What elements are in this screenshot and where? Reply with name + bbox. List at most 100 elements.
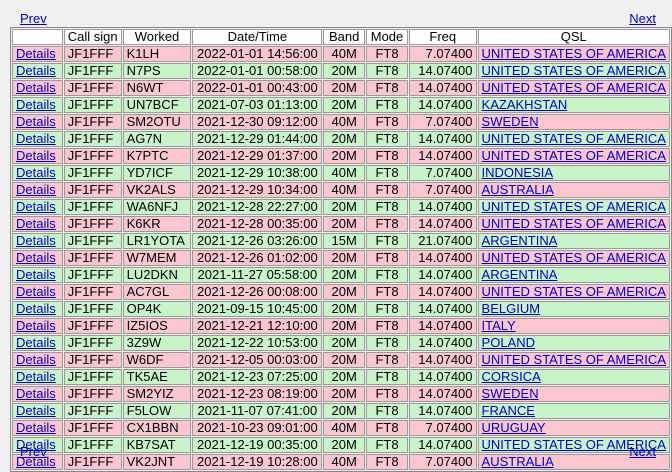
band-cell: 40M <box>323 46 366 62</box>
details-cell: Details <box>12 114 63 130</box>
mode-cell: FT8 <box>366 114 408 130</box>
qsl-country-cell: BELGIUM <box>477 301 670 317</box>
qsl-country-link[interactable]: ITALY <box>482 318 516 333</box>
qsl-country-link[interactable]: FRANCE <box>482 403 535 418</box>
details-link[interactable]: Details <box>16 216 56 231</box>
prev-link[interactable]: Prev <box>20 11 47 27</box>
qsl-country-cell: UNITED STATES OF AMERICA <box>477 199 670 215</box>
qsl-country-cell: UNITED STATES OF AMERICA <box>477 131 670 147</box>
qsl-country-cell: INDONESIA <box>477 165 670 181</box>
freq-cell: 7.07400 <box>408 46 477 62</box>
table-row: Details JF1FFF LU2DKN 2021-11-27 05:58:00 20… <box>12 267 670 283</box>
mode-cell: FT8 <box>366 386 408 402</box>
qsl-country-link[interactable]: UNITED STATES OF AMERICA <box>482 216 666 231</box>
table-body: Details JF1FFF K1LH 2022-01-01 14:56:00 40M F… <box>12 46 670 470</box>
qsl-country-link[interactable]: POLAND <box>482 335 535 350</box>
details-link[interactable]: Details <box>16 165 56 180</box>
freq-cell: 14.07400 <box>408 199 477 215</box>
qsl-country-cell: UNITED STATES OF AMERICA <box>477 284 670 300</box>
details-link[interactable]: Details <box>16 97 56 112</box>
details-link[interactable]: Details <box>16 46 56 61</box>
qsl-country-link[interactable]: ARGENTINA <box>482 233 558 248</box>
mode-cell: FT8 <box>366 46 408 62</box>
qsl-country-link[interactable]: UNITED STATES OF AMERICA <box>482 131 666 146</box>
mode-cell: FT8 <box>366 369 408 385</box>
freq-cell: 14.07400 <box>408 63 477 79</box>
band-cell: 20M <box>323 352 366 368</box>
call-sign-cell: JF1FFF <box>63 318 122 334</box>
call-sign-cell: JF1FFF <box>63 148 122 164</box>
call-sign-cell: JF1FFF <box>63 131 122 147</box>
qsl-country-link[interactable]: SWEDEN <box>482 386 539 401</box>
worked-cell: LR1YOTA <box>122 233 192 249</box>
band-cell: 20M <box>323 63 366 79</box>
bottom-pagination: Prev Next <box>0 444 672 460</box>
qsl-country-link[interactable]: UNITED STATES OF AMERICA <box>482 352 666 367</box>
datetime-cell: 2021-12-30 09:12:00 <box>192 114 323 130</box>
qsl-country-link[interactable]: UNITED STATES OF AMERICA <box>482 148 666 163</box>
call-sign-cell: JF1FFF <box>63 46 122 62</box>
qsl-country-link[interactable]: UNITED STATES OF AMERICA <box>482 199 666 214</box>
qsl-country-link[interactable]: UNITED STATES OF AMERICA <box>482 284 666 299</box>
details-link[interactable]: Details <box>16 267 56 282</box>
qsl-country-link[interactable]: URUGUAY <box>482 420 546 435</box>
details-cell: Details <box>12 301 63 317</box>
column-header-details <box>12 29 63 45</box>
qsl-country-link[interactable]: UNITED STATES OF AMERICA <box>482 46 666 61</box>
details-link[interactable]: Details <box>16 114 56 129</box>
qsl-country-link[interactable]: INDONESIA <box>482 165 554 180</box>
freq-cell: 14.07400 <box>408 284 477 300</box>
qsl-country-link[interactable]: UNITED STATES OF AMERICA <box>482 250 666 265</box>
details-link[interactable]: Details <box>16 284 56 299</box>
next-link[interactable]: Next <box>629 11 656 27</box>
next-link[interactable]: Next <box>629 444 656 460</box>
worked-cell: W7MEM <box>122 250 192 266</box>
mode-cell: FT8 <box>366 267 408 283</box>
qsl-country-link[interactable]: UNITED STATES OF AMERICA <box>482 80 666 95</box>
worked-cell: K1LH <box>122 46 192 62</box>
qsl-country-cell: UNITED STATES OF AMERICA <box>477 63 670 79</box>
details-link[interactable]: Details <box>16 386 56 401</box>
details-link[interactable]: Details <box>16 318 56 333</box>
prev-link[interactable]: Prev <box>20 444 47 460</box>
details-link[interactable]: Details <box>16 131 56 146</box>
qsl-country-link[interactable]: ARGENTINA <box>482 267 558 282</box>
freq-cell: 14.07400 <box>408 386 477 402</box>
details-link[interactable]: Details <box>16 250 56 265</box>
qsl-country-cell: UNITED STATES OF AMERICA <box>477 80 670 96</box>
datetime-cell: 2021-10-23 09:01:00 <box>192 420 323 436</box>
top-pagination: Prev Next <box>0 11 672 27</box>
table-row: Details JF1FFF IZ5IOS 2021-12-21 12:10:00 20… <box>12 318 670 334</box>
details-cell: Details <box>12 233 63 249</box>
qsl-country-link[interactable]: SWEDEN <box>482 114 539 129</box>
datetime-cell: 2021-12-23 08:19:00 <box>192 386 323 402</box>
details-link[interactable]: Details <box>16 420 56 435</box>
qsl-country-link[interactable]: UNITED STATES OF AMERICA <box>482 63 666 78</box>
call-sign-cell: JF1FFF <box>63 335 122 351</box>
freq-cell: 14.07400 <box>408 301 477 317</box>
details-link[interactable]: Details <box>16 199 56 214</box>
details-link[interactable]: Details <box>16 148 56 163</box>
table-row: Details JF1FFF UN7BCF 2021-07-03 01:13:00 20… <box>12 97 670 113</box>
details-link[interactable]: Details <box>16 63 56 78</box>
details-link[interactable]: Details <box>16 80 56 95</box>
table-row: Details JF1FFF SM2OTU 2021-12-30 09:12:00 40… <box>12 114 670 130</box>
call-sign-cell: JF1FFF <box>63 420 122 436</box>
details-link[interactable]: Details <box>16 233 56 248</box>
details-link[interactable]: Details <box>16 369 56 384</box>
details-link[interactable]: Details <box>16 352 56 367</box>
band-cell: 20M <box>323 97 366 113</box>
details-link[interactable]: Details <box>16 301 56 316</box>
details-cell: Details <box>12 267 63 283</box>
details-link[interactable]: Details <box>16 182 56 197</box>
datetime-cell: 2021-12-26 00:08:00 <box>192 284 323 300</box>
details-link[interactable]: Details <box>16 403 56 418</box>
qsl-country-link[interactable]: AUSTRALIA <box>482 182 554 197</box>
qsl-country-link[interactable]: CORSICA <box>482 369 541 384</box>
band-cell: 40M <box>323 165 366 181</box>
details-link[interactable]: Details <box>16 335 56 350</box>
qsl-country-link[interactable]: KAZAKHSTAN <box>482 97 568 112</box>
mode-cell: FT8 <box>366 216 408 232</box>
qsl-country-link[interactable]: BELGIUM <box>482 301 541 316</box>
mode-cell: FT8 <box>366 250 408 266</box>
